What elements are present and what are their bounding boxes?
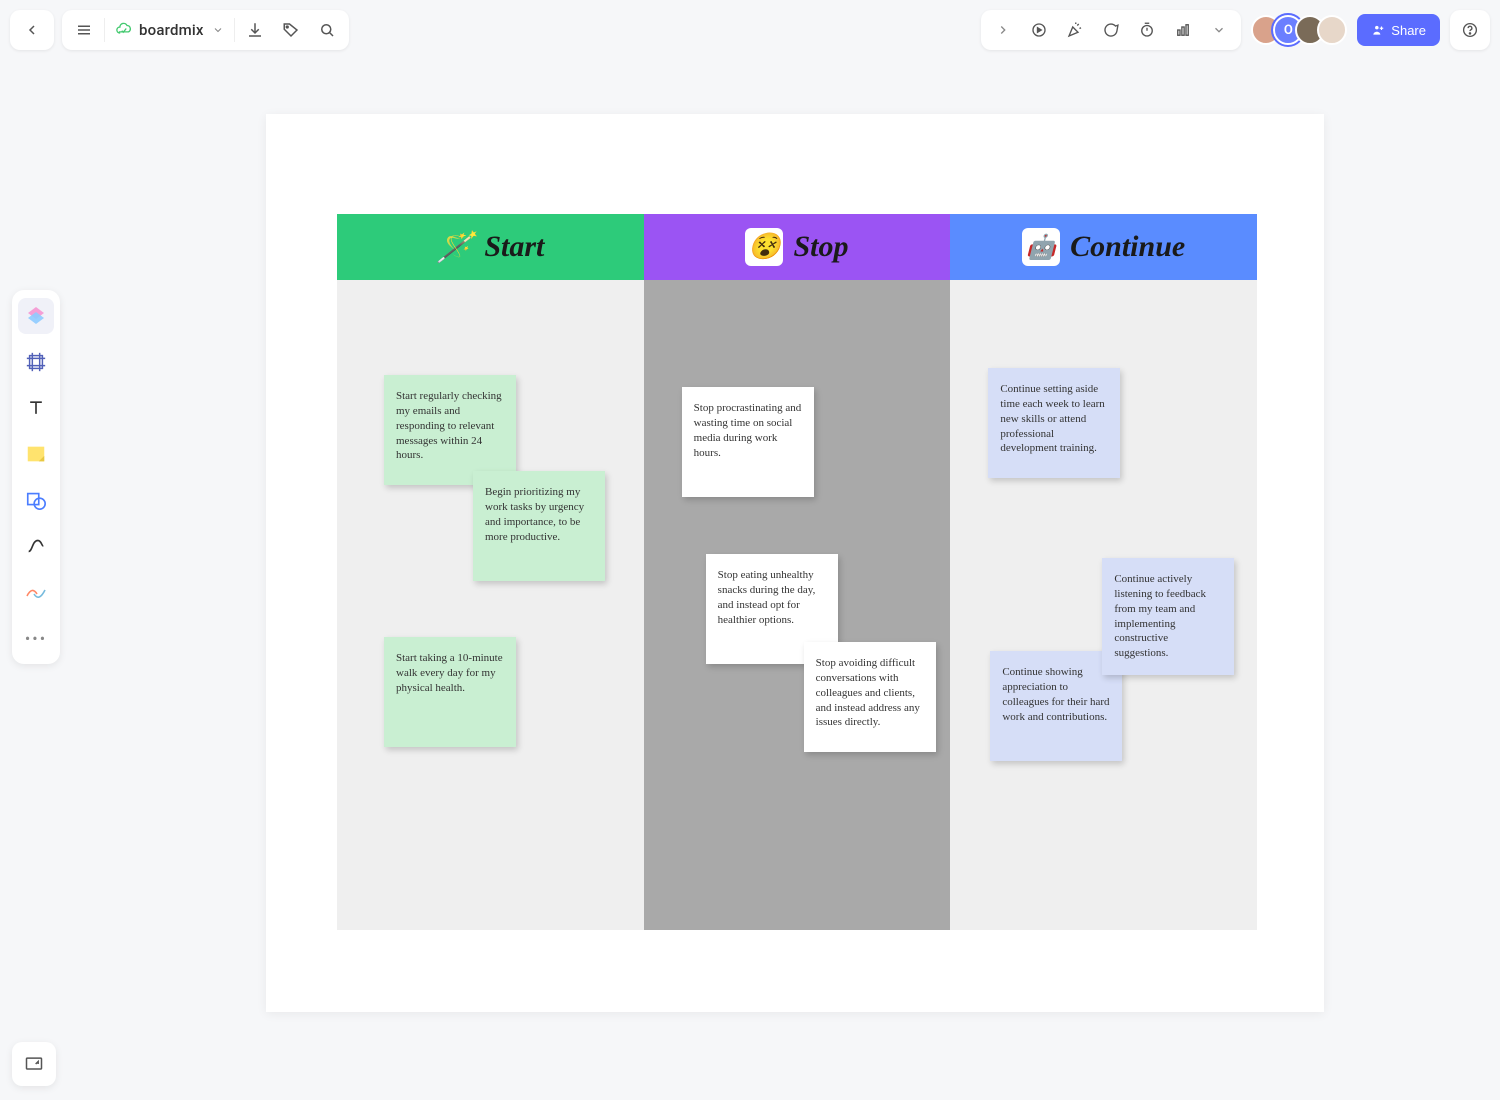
- robot-icon: 🤖: [1022, 228, 1060, 266]
- play-presentation-button[interactable]: [1021, 12, 1057, 48]
- menu-button[interactable]: [66, 12, 102, 48]
- column-header-stop: 😵 Stop: [644, 214, 951, 280]
- ellipsis-icon: •••: [25, 629, 47, 648]
- sticky-note[interactable]: Begin prioritizing my work tasks by urge…: [473, 471, 605, 581]
- column-header-continue: 🤖 Continue: [950, 214, 1257, 280]
- shape-tool[interactable]: [18, 482, 54, 518]
- canvas-board[interactable]: 🪄 Start Start regularly checking my emai…: [266, 114, 1324, 1012]
- vote-button[interactable]: [1165, 12, 1201, 48]
- celebrate-button[interactable]: [1057, 12, 1093, 48]
- template-tool[interactable]: [18, 298, 54, 334]
- help-button[interactable]: [1454, 12, 1486, 48]
- sticky-note[interactable]: Stop avoiding difficult conversations wi…: [804, 642, 936, 752]
- tag-button[interactable]: [273, 12, 309, 48]
- column-title: Stop: [793, 230, 848, 264]
- comment-button[interactable]: [1093, 12, 1129, 48]
- share-label: Share: [1391, 23, 1426, 38]
- sticky-note[interactable]: Continue setting aside time each week to…: [988, 368, 1120, 478]
- column-stop[interactable]: 😵 Stop Stop procrastinating and wasting …: [644, 214, 951, 930]
- frame-tool[interactable]: [18, 344, 54, 380]
- separator: [104, 18, 105, 42]
- chevron-down-icon: [212, 21, 224, 40]
- sticky-note[interactable]: Start taking a 10-minute walk every day …: [384, 637, 516, 747]
- wand-icon: 🪄: [436, 228, 474, 266]
- separator: [234, 18, 235, 42]
- pen-tool[interactable]: [18, 574, 54, 610]
- collaborator-avatars[interactable]: O: [1251, 15, 1347, 45]
- expand-panel-button[interactable]: [985, 12, 1021, 48]
- sticky-note-tool[interactable]: [18, 436, 54, 472]
- download-button[interactable]: [237, 12, 273, 48]
- more-tools[interactable]: •••: [18, 620, 54, 656]
- brand-name: boardmix: [139, 21, 204, 39]
- more-tools-button[interactable]: [1201, 12, 1237, 48]
- share-button[interactable]: Share: [1357, 14, 1440, 46]
- text-tool[interactable]: [18, 390, 54, 426]
- column-title: Start: [484, 230, 544, 264]
- column-continue[interactable]: 🤖 Continue Continue setting aside time e…: [950, 214, 1257, 930]
- column-start[interactable]: 🪄 Start Start regularly checking my emai…: [337, 214, 644, 930]
- back-button[interactable]: [14, 12, 50, 48]
- connector-tool[interactable]: [18, 528, 54, 564]
- document-title-dropdown[interactable]: boardmix: [107, 21, 232, 40]
- user-plus-icon: [1371, 23, 1385, 37]
- dizzy-face-icon: 😵: [745, 228, 783, 266]
- sticky-note[interactable]: Stop procrastinating and wasting time on…: [682, 387, 814, 497]
- timer-button[interactable]: [1129, 12, 1165, 48]
- minimap-button[interactable]: [12, 1042, 56, 1086]
- cloud-sync-icon: [115, 21, 133, 39]
- column-title: Continue: [1070, 230, 1185, 264]
- column-header-start: 🪄 Start: [337, 214, 644, 280]
- sticky-note[interactable]: Start regularly checking my emails and r…: [384, 375, 516, 485]
- avatar[interactable]: [1317, 15, 1347, 45]
- sticky-note[interactable]: Continue actively listening to feedback …: [1102, 558, 1234, 675]
- search-button[interactable]: [309, 12, 345, 48]
- left-toolbar: •••: [12, 290, 60, 664]
